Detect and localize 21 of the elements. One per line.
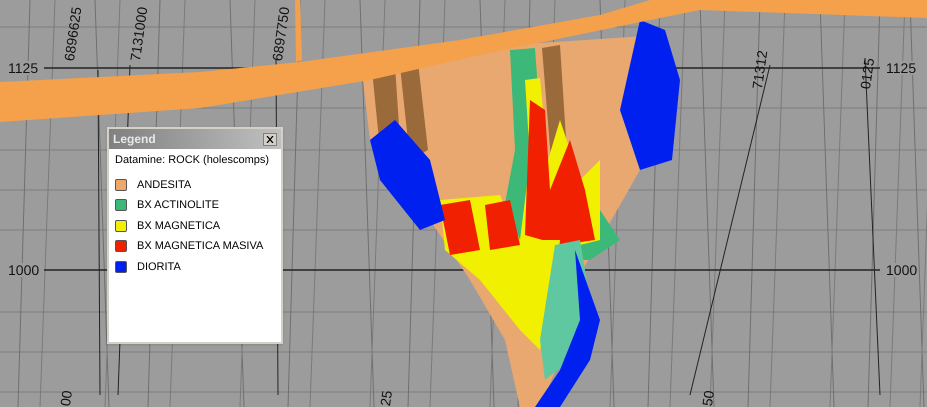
- elevation-label: 1125: [886, 61, 916, 75]
- legend-label: BX MAGNETICA: [137, 218, 220, 234]
- coordinate-label: 25: [378, 390, 394, 407]
- legend-label: ANDESITA: [137, 178, 192, 192]
- coordinate-label: 00: [58, 390, 74, 407]
- coordinate-label: 7131000: [128, 6, 150, 62]
- elevation-label: 1000: [8, 263, 40, 277]
- coordinate-label: 6897750: [270, 6, 292, 62]
- coordinate-label: 50: [700, 390, 716, 407]
- elevation-label: 1000: [886, 263, 918, 277]
- close-icon: [266, 136, 274, 142]
- legend-label: DIORITA: [137, 260, 181, 274]
- elevation-label: 1125: [8, 61, 38, 75]
- close-button[interactable]: [263, 132, 277, 146]
- coordinate-label: 0125: [858, 57, 876, 90]
- coordinate-label: 6896625: [62, 6, 84, 62]
- coordinate-label: 71312: [750, 49, 770, 90]
- legend-label: BX MAGNETICA MASIVA: [137, 239, 264, 254]
- legend-label: BX ACTINOLITE: [137, 198, 219, 213]
- window-title: Legend: [113, 131, 156, 148]
- legend-subtitle: Datamine: ROCK (holescomps): [115, 153, 270, 168]
